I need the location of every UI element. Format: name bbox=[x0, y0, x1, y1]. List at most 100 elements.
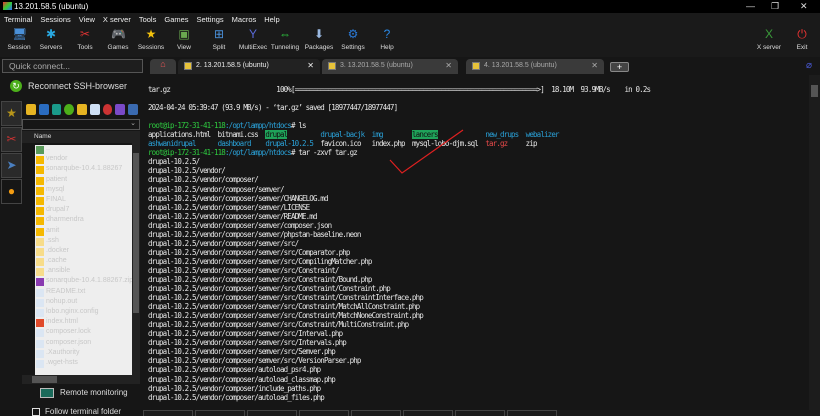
menu-tools[interactable]: Tools bbox=[135, 13, 161, 25]
name-column-header[interactable]: Name bbox=[22, 131, 132, 143]
file-list-item[interactable]: index.html bbox=[35, 318, 132, 328]
file-list-item[interactable]: .Xauthority bbox=[35, 349, 132, 359]
file-list-item[interactable]: composer.lock bbox=[35, 328, 132, 338]
attachment-icon[interactable]: ⌀ bbox=[806, 60, 812, 71]
file-list-item[interactable]: .. bbox=[35, 145, 132, 155]
remote-monitoring-button[interactable]: Remote monitoring bbox=[40, 388, 128, 398]
file-list-item[interactable]: drupal7 bbox=[35, 206, 132, 216]
menu-sessions[interactable]: Sessions bbox=[36, 13, 74, 25]
file-name: mysql bbox=[46, 185, 65, 193]
quick-connect-input[interactable]: Quick connect... bbox=[2, 59, 143, 73]
download-icon[interactable] bbox=[38, 104, 49, 115]
file-name: README.txt bbox=[46, 287, 86, 295]
tar-output-line: drupal-10.2.5/vendor/composer/semver/src… bbox=[148, 311, 650, 320]
tunneling-button[interactable]: ⇔ Tunneling bbox=[268, 27, 302, 51]
reconnect-ssh-browser-button[interactable]: ↻ Reconnect SSH-browser bbox=[10, 80, 127, 92]
close-tab-icon[interactable]: ✕ bbox=[445, 61, 452, 70]
upload-icon[interactable] bbox=[51, 104, 62, 115]
sidebar-tab-sftp[interactable]: ● bbox=[1, 179, 22, 204]
file-list-item[interactable]: README.txt bbox=[35, 288, 132, 298]
terminal[interactable]: tar.gz 100%[============================… bbox=[143, 75, 809, 410]
file-list-item[interactable]: lobo.nginx.config bbox=[35, 308, 132, 318]
packages-button[interactable]: ⬇ Packages bbox=[302, 27, 336, 51]
minimize-button[interactable]: — bbox=[746, 1, 755, 11]
sidebar-tab-tools[interactable]: ✂ bbox=[1, 127, 22, 152]
servers-button[interactable]: ✱ Servers bbox=[34, 27, 68, 51]
file-icon bbox=[36, 319, 44, 328]
x-server-button[interactable]: X X server bbox=[752, 27, 786, 51]
parent-folder-icon[interactable] bbox=[26, 104, 36, 115]
file-icon bbox=[36, 298, 44, 307]
path-dropdown[interactable]: ⌄ bbox=[22, 119, 140, 130]
file-list-item[interactable]: patient bbox=[35, 176, 132, 186]
multiexec-button[interactable]: Y MultiExec bbox=[236, 27, 270, 51]
home-tab[interactable]: ⌂ bbox=[150, 59, 176, 74]
games-button[interactable]: 🎮 Games bbox=[101, 27, 135, 51]
file-list-scrollbar[interactable] bbox=[132, 131, 140, 379]
terminal-scrollbar[interactable] bbox=[809, 75, 820, 410]
session-button[interactable]: 🖥 Session bbox=[2, 27, 36, 51]
tunnel-icon: ⇔ bbox=[279, 27, 291, 41]
close-button[interactable]: ✕ bbox=[800, 1, 808, 12]
tab-session-2[interactable]: 2. 13.201.58.5 (ubuntu) ✕ bbox=[178, 59, 320, 74]
file-list-item[interactable]: .ssh bbox=[35, 237, 132, 247]
file-list-item[interactable]: .ansible bbox=[35, 267, 132, 277]
status-bar bbox=[143, 410, 820, 416]
follow-terminal-folder-checkbox[interactable]: Follow terminal folder bbox=[32, 407, 121, 416]
tab-session-4[interactable]: 4. 13.201.58.5 (ubuntu) ✕ bbox=[466, 59, 604, 74]
sidebar-tab-sessions[interactable]: ★ bbox=[1, 101, 22, 126]
properties-icon[interactable] bbox=[128, 104, 139, 115]
output-text: drupal-10.2.5/vendor/ bbox=[148, 166, 226, 176]
split-button[interactable]: ⊞ Split bbox=[202, 27, 236, 51]
tab-session-3[interactable]: 3. 13.201.58.5 (ubuntu) ✕ bbox=[322, 59, 458, 74]
menu-settings[interactable]: Settings bbox=[193, 13, 228, 25]
tar-output-line: drupal-10.2.5/vendor/composer/autoload_c… bbox=[148, 375, 650, 384]
file-list-item[interactable]: FINAL bbox=[35, 196, 132, 206]
new-file-icon[interactable] bbox=[89, 104, 100, 115]
monitor-icon: 🖥 bbox=[12, 27, 28, 41]
file-list-item[interactable]: vendor bbox=[35, 155, 132, 165]
close-tab-icon[interactable]: ✕ bbox=[591, 61, 598, 70]
sessions-button[interactable]: ★ Sessions bbox=[134, 27, 168, 51]
menu-help[interactable]: Help bbox=[260, 13, 283, 25]
settings-button[interactable]: ⚙ Settings bbox=[336, 27, 370, 51]
rename-icon[interactable] bbox=[115, 104, 126, 115]
file-list-item[interactable]: .wget-hsts bbox=[35, 359, 132, 369]
menu-terminal[interactable]: Terminal bbox=[0, 13, 36, 25]
file-list-item[interactable]: sonarqube-10.4.1.88267.zip bbox=[35, 277, 132, 287]
sidebar-tab-macros[interactable]: ➤ bbox=[1, 153, 22, 178]
refresh-icon[interactable] bbox=[64, 104, 75, 115]
file-list-item[interactable]: amit bbox=[35, 227, 132, 237]
delete-icon[interactable] bbox=[102, 104, 113, 115]
folder-icon bbox=[36, 217, 44, 226]
tools-button[interactable]: ✂ Tools bbox=[68, 27, 102, 51]
send-icon: ➤ bbox=[6, 158, 17, 172]
file-list-item[interactable]: .docker bbox=[35, 247, 132, 257]
file-name: .. bbox=[46, 145, 50, 152]
menu-x-server[interactable]: X server bbox=[99, 13, 135, 25]
menu-macros[interactable]: Macros bbox=[228, 13, 261, 25]
help-button[interactable]: ? Help bbox=[370, 27, 404, 51]
exit-button[interactable]: ⏻ Exit bbox=[785, 27, 819, 51]
file-list-item[interactable]: dharmendra bbox=[35, 216, 132, 226]
view-button[interactable]: ▣ View bbox=[167, 27, 201, 51]
new-folder-icon[interactable] bbox=[77, 104, 87, 115]
restore-button[interactable]: ❐ bbox=[771, 1, 779, 12]
tar-output-line: drupal-10.2.5/vendor/composer/semver/ bbox=[148, 185, 650, 194]
new-tab-button[interactable]: + bbox=[610, 62, 629, 72]
file-icon bbox=[36, 359, 44, 368]
split-icon: ⊞ bbox=[213, 27, 225, 41]
file-list-item[interactable]: composer.json bbox=[35, 339, 132, 349]
menu-view[interactable]: View bbox=[75, 13, 99, 25]
toolbar-label: Games bbox=[107, 44, 129, 51]
file-list-hscrollbar[interactable] bbox=[22, 375, 140, 384]
file-list-item[interactable]: .cache bbox=[35, 257, 132, 267]
file-list-item[interactable]: mysql bbox=[35, 186, 132, 196]
menu-games[interactable]: Games bbox=[160, 13, 192, 25]
file-list-item[interactable]: sonarqube-10.4.1.88267 bbox=[35, 165, 132, 175]
servers-icon: ✱ bbox=[45, 27, 57, 41]
close-tab-icon[interactable]: ✕ bbox=[307, 61, 314, 70]
file-list-item[interactable]: nohup.out bbox=[35, 298, 132, 308]
terminal-scroll-thumb[interactable] bbox=[811, 85, 818, 97]
